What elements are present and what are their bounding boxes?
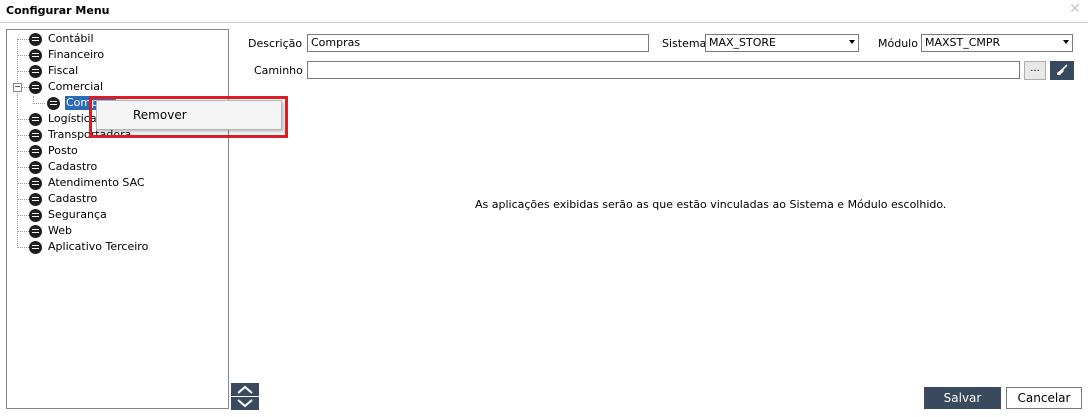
info-message: As aplicações exibidas serão as que estã… [475,198,947,211]
menu-node-icon [29,209,42,222]
tree-item-label: Financeiro [48,48,105,61]
tree-item-seguranca[interactable]: Segurança [7,208,207,223]
chevron-down-icon [237,399,253,408]
caminho-field[interactable] [307,61,1020,79]
tree-item-cadastro-2[interactable]: Cadastro [7,192,207,207]
menu-node-icon [29,161,42,174]
menu-node-icon [29,33,42,46]
menu-node-icon [29,81,42,94]
chevron-down-icon [1063,40,1069,44]
menu-node-icon [29,65,42,78]
window-title: Configurar Menu [6,4,110,17]
tree-item-fiscal[interactable]: Fiscal [7,64,207,79]
menu-node-icon [29,241,42,254]
browse-button[interactable]: ... [1024,61,1046,80]
tree-item-atendimento-sac[interactable]: Atendimento SAC [7,176,207,191]
title-bar: Configurar Menu ✕ [0,0,1088,22]
tree-item-label: Fiscal [48,64,79,77]
tree-item-label: Cadastro [48,192,98,205]
menu-node-icon [29,49,42,62]
descricao-label: Descrição [248,37,303,50]
tree-item-contabil[interactable]: Contábil [7,32,207,47]
tree-item-financeiro[interactable]: Financeiro [7,48,207,63]
modulo-select[interactable]: MAXST_CMPR [921,34,1073,52]
tree-item-label: Web [48,224,72,237]
sistema-select[interactable]: MAX_STORE [705,34,859,52]
chevron-down-icon [849,40,855,44]
broom-icon [1057,64,1068,75]
annotation-highlight-box [89,96,288,138]
menu-node-icon [29,177,42,190]
cancel-button[interactable]: Cancelar [1006,387,1082,409]
tree-item-label: Atendimento SAC [48,176,145,189]
menu-node-icon [29,129,42,142]
menu-node-icon [47,97,60,110]
sistema-select-value: MAX_STORE [709,36,777,49]
menu-node-icon [29,113,42,126]
sistema-label: Sistema [662,37,707,50]
modulo-label: Módulo [878,37,918,50]
tree-item-cadastro[interactable]: Cadastro [7,160,207,175]
menu-node-icon [29,193,42,206]
chevron-up-icon [237,385,253,394]
close-icon[interactable]: ✕ [1068,2,1082,16]
tree-item-aplicativo-terceiro[interactable]: Aplicativo Terceiro [7,240,207,255]
tree-item-posto[interactable]: Posto [7,144,207,159]
menu-node-icon [29,225,42,238]
tree-item-label: Posto [48,144,78,157]
move-down-button[interactable] [231,397,259,410]
descricao-field[interactable]: Compras [307,34,649,52]
tree-item-web[interactable]: Web [7,224,207,239]
caminho-label: Caminho [254,64,303,77]
tree-item-label: Segurança [48,208,107,221]
menu-tree[interactable]: Contábil Financeiro Fiscal − Comercial C… [6,29,229,409]
tree-item-label: Cadastro [48,160,98,173]
menu-node-icon [29,145,42,158]
tree-item-comercial[interactable]: − Comercial [7,80,207,95]
clear-button[interactable] [1050,61,1074,80]
title-separator [0,22,1088,23]
move-up-button[interactable] [231,383,259,396]
save-button[interactable]: Salvar [924,387,1001,409]
modulo-select-value: MAXST_CMPR [925,36,1001,49]
tree-item-label: Contábil [48,32,94,45]
collapse-icon[interactable]: − [13,83,22,92]
tree-item-label: Comercial [48,80,104,93]
tree-item-label: Aplicativo Terceiro [48,240,149,253]
